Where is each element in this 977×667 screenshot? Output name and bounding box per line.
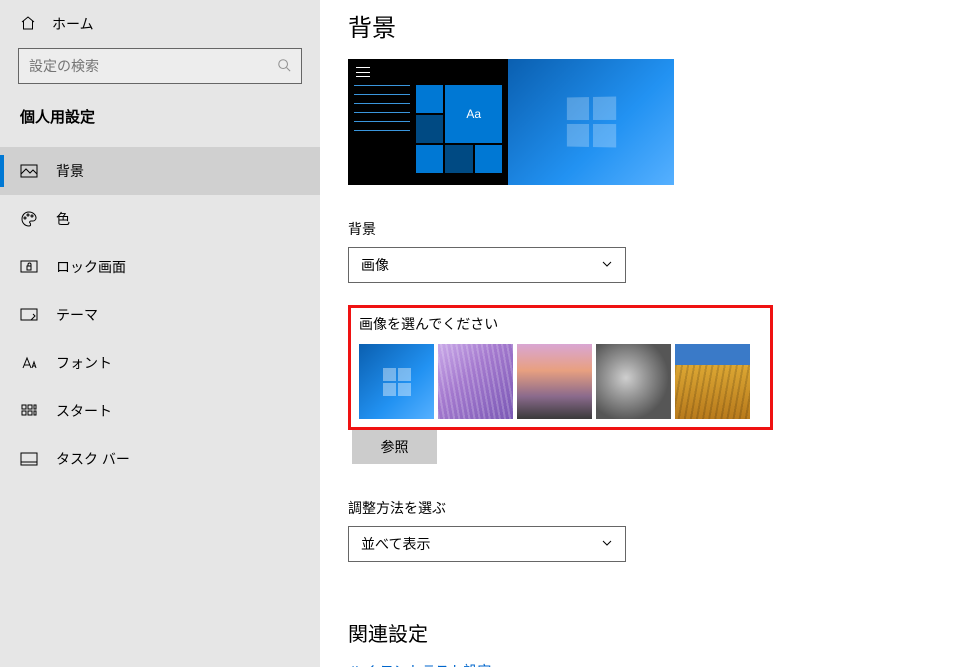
background-label: 背景 (348, 219, 977, 239)
palette-icon (20, 210, 38, 228)
nav-background[interactable]: 背景 (0, 147, 320, 195)
grid-icon (20, 402, 38, 420)
browse-button[interactable]: 参照 (352, 430, 437, 464)
search-icon (277, 58, 291, 75)
preview-text-tile: Aa (445, 85, 502, 143)
page-title: 背景 (348, 8, 977, 43)
windows-logo-icon (567, 96, 616, 147)
font-icon (20, 354, 38, 372)
thumbnail-sunset[interactable] (517, 344, 592, 419)
nav-start[interactable]: スタート (0, 387, 320, 435)
chevron-down-icon (601, 257, 613, 273)
high-contrast-link[interactable]: ハイ コントラスト設定 (348, 661, 977, 667)
thumbnail-wolf[interactable] (596, 344, 671, 419)
search-input-container[interactable] (18, 48, 302, 84)
sidebar: ホーム 個人用設定 背景 色 ロック画面 テーマ フォント (0, 0, 320, 667)
picture-icon (20, 162, 38, 180)
brush-icon (20, 306, 38, 324)
desktop-preview: Aa (348, 59, 674, 185)
choose-image-label: 画像を選んでください (359, 314, 762, 334)
nav-fonts[interactable]: フォント (0, 339, 320, 387)
nav-taskbar[interactable]: タスク バー (0, 435, 320, 483)
nav-lockscreen[interactable]: ロック画面 (0, 243, 320, 291)
taskbar-icon (20, 450, 38, 468)
hamburger-icon (356, 67, 370, 77)
thumbnail-default[interactable] (359, 344, 434, 419)
fit-dropdown[interactable]: 並べて表示 (348, 526, 626, 562)
background-type-dropdown[interactable]: 画像 (348, 247, 626, 283)
home-button[interactable]: ホーム (0, 0, 320, 48)
content-area: 背景 Aa 背景 画像 画像を選んでください (320, 0, 977, 667)
related-settings-title: 関連設定 (348, 618, 977, 647)
home-label: ホーム (52, 14, 94, 34)
home-icon (20, 15, 36, 34)
monitor-lock-icon (20, 258, 38, 276)
fit-label: 調整方法を選ぶ (348, 498, 977, 518)
choose-image-section: 画像を選んでください (348, 305, 773, 430)
nav-themes[interactable]: テーマ (0, 291, 320, 339)
thumbnail-lavender[interactable] (438, 344, 513, 419)
image-thumbnails (359, 344, 762, 419)
chevron-down-icon (601, 536, 613, 552)
nav-colors[interactable]: 色 (0, 195, 320, 243)
thumbnail-wheat[interactable] (675, 344, 750, 419)
search-input[interactable] (29, 58, 277, 74)
category-header: 個人用設定 (0, 106, 320, 147)
